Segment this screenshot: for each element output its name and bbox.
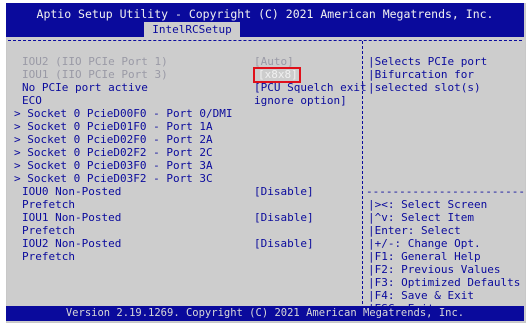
help-line: |Bifurcation for — [368, 68, 474, 81]
setting-iou2-nonposted-label[interactable]: IOU2 Non-Posted — [22, 238, 121, 250]
setting-no-pcie-label-cont: ECO — [22, 94, 42, 107]
setting-iou1-prefetch: Prefetch — [22, 224, 75, 237]
setting-iou1-nonposted-label[interactable]: IOU1 Non-Posted — [22, 212, 121, 224]
setting-iou1-nonposted-value[interactable]: [Disable] — [254, 212, 314, 224]
setting-iou2-label[interactable]: IOU2 (IIO PCIe Port 1) — [22, 56, 168, 68]
setting-iou0-nonposted-value[interactable]: [Disable] — [254, 186, 314, 198]
key-help-f3: |F3: Optimized Defaults — [368, 276, 521, 289]
setting-no-pcie-value-cont: ignore option] — [254, 94, 347, 107]
bios-header: Aptio Setup Utility - Copyright (C) 2021… — [6, 3, 524, 37]
submenu-port-2a[interactable]: > Socket 0 PcieD02F0 - Port 2A — [14, 134, 213, 146]
setting-iou2-prefetch: Prefetch — [22, 250, 75, 263]
key-help-f1: |F1: General Help — [368, 250, 481, 263]
setting-no-pcie-label[interactable]: No PCIe port active — [22, 82, 148, 94]
submenu-port-1a[interactable]: > Socket 0 PcieD01F0 - Port 1A — [14, 121, 213, 133]
key-help-select-item: |^v: Select Item — [368, 211, 474, 224]
key-help-f4: |F4: Save & Exit — [368, 289, 474, 302]
setting-iou0-prefetch: Prefetch — [22, 198, 75, 211]
keys-divider: ------------------------ — [366, 185, 525, 198]
key-help-enter: |Enter: Select — [368, 224, 461, 237]
setting-no-pcie-value[interactable]: [PCU Squelch exit — [254, 82, 367, 94]
key-help-select-screen: |><: Select Screen — [368, 198, 488, 211]
submenu-port-3a[interactable]: > Socket 0 PcieD03F0 - Port 3A — [14, 160, 213, 172]
setting-iou2-nonposted-value[interactable]: [Disable] — [254, 238, 314, 250]
submenu-port-0-dmi[interactable]: > Socket 0 PcieD00F0 - Port 0/DMI — [14, 108, 233, 120]
setting-iou1-label[interactable]: IOU1 (IIO PCIe Port 3) — [22, 69, 168, 81]
submenu-port-2c[interactable]: > Socket 0 PcieD02F2 - Port 2C — [14, 147, 213, 159]
submenu-port-3c[interactable]: > Socket 0 PcieD03F2 - Port 3C — [14, 173, 213, 185]
setting-iou0-nonposted-label[interactable]: IOU0 Non-Posted — [22, 186, 121, 198]
top-divider — [8, 40, 522, 41]
help-line: |selected slot(s) — [368, 81, 481, 94]
bios-title: Aptio Setup Utility - Copyright (C) 2021… — [36, 7, 494, 21]
bios-footer: Version 2.19.1269. Copyright (C) 2021 Am… — [6, 306, 524, 321]
key-help-change-opt: |+/-: Change Opt. — [368, 237, 481, 250]
key-help-f2: |F2: Previous Values — [368, 263, 501, 276]
help-line: |Selects PCIe port — [368, 55, 488, 68]
tab-intelrcsetup[interactable]: IntelRCSetup — [144, 22, 240, 37]
